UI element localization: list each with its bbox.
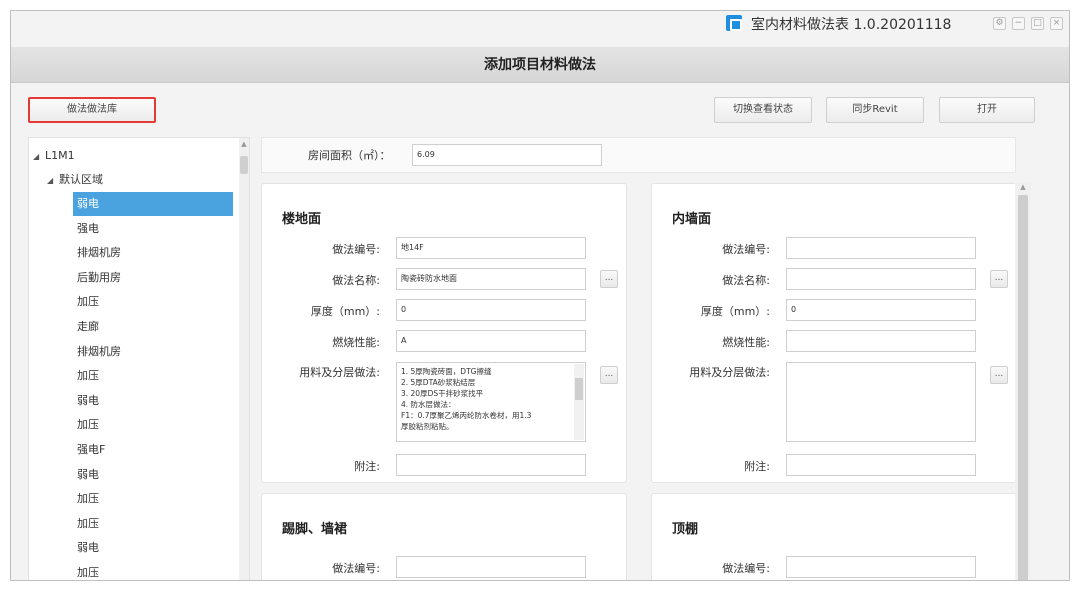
inner-wall-code-label: 做法编号: — [722, 243, 770, 256]
floor-title: 楼地面 — [282, 212, 322, 227]
export-library-button[interactable]: 做法做法库 — [28, 97, 156, 123]
inner-wall-layers-textarea[interactable] — [786, 362, 976, 442]
open-button[interactable]: 打开 — [939, 97, 1035, 123]
room-area-row: 房间面积（㎡）： 6.09 — [261, 137, 1016, 173]
floor-fire-label: 燃烧性能: — [332, 336, 380, 349]
sync-revit-button[interactable]: 同步Revit — [826, 97, 924, 123]
tree-item[interactable]: 加压 — [73, 512, 233, 536]
tree-scroll-thumb[interactable] — [240, 156, 248, 174]
skirting-code-input[interactable] — [396, 556, 586, 578]
floor-thickness-label: 厚度（mm）: — [310, 305, 380, 318]
room-area-label: 房间面积（㎡）： — [308, 149, 391, 162]
floor-note-input[interactable] — [396, 454, 586, 476]
minimize-icon[interactable]: − — [1012, 17, 1025, 30]
floor-name-input[interactable]: 陶瓷砖防水地面 — [396, 268, 586, 290]
collapse-caret-icon[interactable]: ◢ — [33, 145, 45, 169]
window-controls: ⚙ − □ × — [993, 17, 1063, 30]
inner-wall-thickness-input[interactable]: 0 — [786, 299, 976, 321]
title-bar: 室内材料做法表 1.0.20201118 ⚙ − □ × — [11, 11, 1069, 35]
main-scroll-thumb[interactable] — [1018, 195, 1028, 580]
ceiling-code-input[interactable] — [786, 556, 976, 578]
inner-wall-title: 内墙面 — [672, 212, 712, 227]
tree-item[interactable]: 弱电 — [73, 389, 233, 413]
inner-wall-thickness-label: 厚度（mm）: — [700, 305, 770, 318]
app-title: 室内材料做法表 1.0.20201118 — [751, 17, 952, 33]
close-icon[interactable]: × — [1050, 17, 1063, 30]
floor-layers-text: 1. 5厚陶瓷砖面，DTG擦缝 2. 5厚DTA砂浆粘结层 3. 20厚DS干拌… — [401, 367, 532, 431]
dialog-header: 添加项目材料做法 — [11, 47, 1069, 83]
tree-item[interactable]: 弱电 — [73, 192, 233, 216]
tree-item[interactable]: 后勤用房 — [73, 266, 233, 290]
tree-item[interactable]: 弱电 — [73, 463, 233, 487]
scroll-up-icon[interactable]: ▲ — [1015, 183, 1031, 191]
tree-item[interactable]: 加压 — [73, 364, 233, 388]
floor-name-browse-button[interactable]: ... — [600, 270, 618, 288]
maximize-icon[interactable]: □ — [1031, 17, 1044, 30]
tree-item[interactable]: 加压 — [73, 290, 233, 314]
inner-wall-name-label: 做法名称: — [722, 274, 770, 287]
scroll-up-icon[interactable]: ▲ — [239, 140, 249, 148]
dialog-title: 添加项目材料做法 — [484, 57, 596, 73]
inner-wall-card: 内墙面 做法编号: 做法名称: ... 厚度（mm）: 0 燃烧性能: 用料及分… — [651, 183, 1017, 483]
floor-layers-label: 用料及分层做法: — [299, 366, 380, 379]
settings-icon[interactable]: ⚙ — [993, 17, 1006, 30]
tree-item[interactable]: 加压 — [73, 487, 233, 511]
ceiling-code-label: 做法编号: — [722, 562, 770, 575]
floor-layers-textarea[interactable]: 1. 5厚陶瓷砖面，DTG擦缝 2. 5厚DTA砂浆粘结层 3. 20厚DS干拌… — [396, 362, 586, 442]
toggle-view-button[interactable]: 切换查看状态 — [714, 97, 812, 123]
tree-area-node[interactable]: ◢ 默认区域 — [47, 168, 103, 192]
collapse-caret-icon[interactable]: ◢ — [47, 169, 59, 193]
skirting-code-label: 做法编号: — [332, 562, 380, 575]
tree-root-node[interactable]: ◢ L1M1 — [33, 144, 75, 168]
main-panel: 房间面积（㎡）： 6.09 楼地面 做法编号: 地14F 做法名称: 陶瓷砖防水… — [261, 137, 1067, 580]
floor-name-label: 做法名称: — [332, 274, 380, 287]
floor-code-label: 做法编号: — [332, 243, 380, 256]
tree-item[interactable]: 强电 — [73, 217, 233, 241]
inner-wall-code-input[interactable] — [786, 237, 976, 259]
inner-wall-note-label: 附注: — [744, 460, 770, 473]
tree-item[interactable]: 加压 — [73, 413, 233, 437]
floor-code-input[interactable]: 地14F — [396, 237, 586, 259]
floor-note-label: 附注: — [354, 460, 380, 473]
tree-item[interactable]: 排烟机房 — [73, 340, 233, 364]
floor-fire-input[interactable]: A — [396, 330, 586, 352]
tree-item[interactable]: 排烟机房 — [73, 241, 233, 265]
room-tree: ◢ L1M1 ◢ 默认区域 ▲ 弱电 强电 排烟机房 后勤用房 加压 走廊 排烟机房 加压 弱电 加压… — [28, 137, 250, 580]
skirting-card: 踢脚、墙裙 做法编号: — [261, 493, 627, 580]
inner-wall-name-browse-button[interactable]: ... — [990, 270, 1008, 288]
tree-item[interactable]: 走廊 — [73, 315, 233, 339]
floor-layers-scroll-thumb[interactable] — [575, 378, 583, 400]
inner-wall-fire-label: 燃烧性能: — [722, 336, 770, 349]
inner-wall-fire-input[interactable] — [786, 330, 976, 352]
inner-wall-note-input[interactable] — [786, 454, 976, 476]
floor-layers-scrollbar[interactable] — [574, 364, 584, 440]
ceiling-title: 顶棚 — [672, 522, 699, 537]
tree-item[interactable]: 强电F — [73, 438, 233, 462]
tree-scrollbar[interactable]: ▲ — [239, 138, 249, 580]
ceiling-card: 顶棚 做法编号: — [651, 493, 1017, 580]
inner-wall-layers-label: 用料及分层做法: — [689, 366, 770, 379]
tree-item[interactable]: 加压 — [73, 561, 233, 580]
main-scrollbar[interactable]: ▲ — [1015, 183, 1031, 580]
floor-layers-browse-button[interactable]: ... — [600, 366, 618, 384]
room-area-input[interactable]: 6.09 — [412, 144, 602, 166]
tree-area-label: 默认区域 — [59, 173, 103, 186]
inner-wall-name-input[interactable] — [786, 268, 976, 290]
app-window: 室内材料做法表 1.0.20201118 ⚙ − □ × 添加项目材料做法 做法… — [10, 10, 1070, 581]
skirting-title: 踢脚、墙裙 — [282, 522, 348, 537]
floor-thickness-input[interactable]: 0 — [396, 299, 586, 321]
tree-root-label: L1M1 — [45, 149, 75, 162]
tree-item[interactable]: 弱电 — [73, 536, 233, 560]
floor-card: 楼地面 做法编号: 地14F 做法名称: 陶瓷砖防水地面 ... 厚度（mm）:… — [261, 183, 627, 483]
inner-wall-layers-browse-button[interactable]: ... — [990, 366, 1008, 384]
app-logo-icon — [726, 15, 742, 31]
